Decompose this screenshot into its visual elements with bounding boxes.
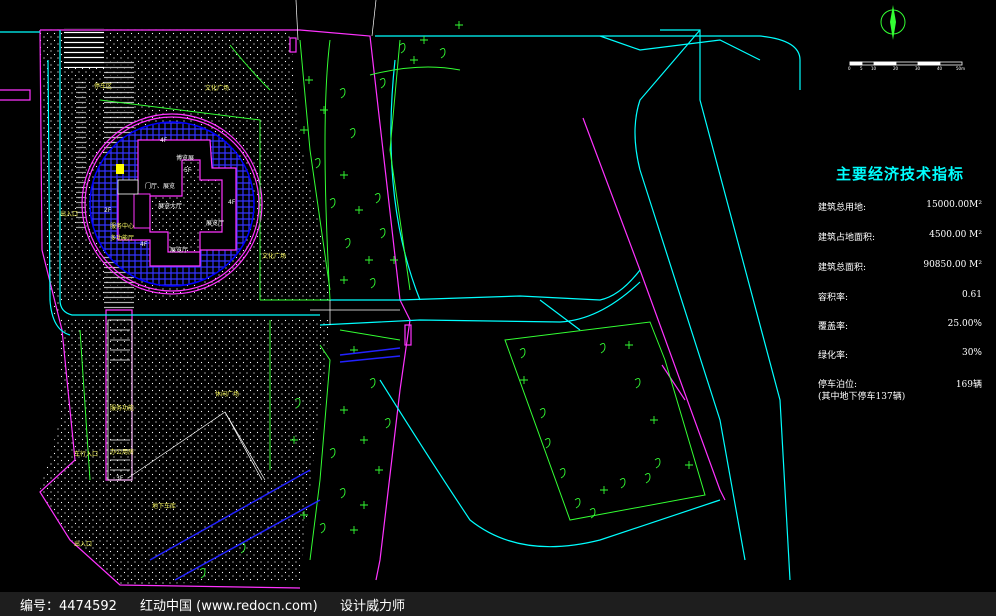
label-parking-zone: 停车区 — [94, 82, 112, 90]
label-gallery: 展览厅 — [206, 219, 224, 227]
label-floor-4f-top: 4F — [160, 137, 168, 144]
label-expo-booth: 博览展 — [176, 154, 194, 162]
indicator-note: (其中地下停车137辆) — [818, 392, 906, 402]
indicator-value: 0.61 — [961, 290, 982, 300]
scale-tick-label: 5 — [860, 66, 863, 71]
label-gallery-south: 展览厅 — [170, 246, 188, 254]
label-lobby: 门厅、展览 — [145, 182, 175, 190]
label-floor-3f: 3F — [116, 475, 124, 482]
label-service-center: 服务中心 — [110, 222, 134, 230]
footer-id: 编号：4474592 — [20, 599, 117, 614]
indicator-label: 容积率: — [818, 293, 849, 303]
label-square-north: 文化广场 — [205, 84, 229, 92]
label-floor-5f: 5F — [184, 167, 192, 174]
indicator-row: 覆盖率: 25.00% — [818, 319, 988, 333]
indicator-value: 4500.00 M² — [929, 230, 982, 240]
indicator-label: 建筑总用地: — [818, 203, 867, 213]
indicator-value: 25.00% — [947, 319, 982, 329]
label-square-mid: 文化广场 — [262, 252, 286, 260]
footer-author: 设计威力师 — [340, 599, 406, 614]
indicators-title: 主要经济技术指标 — [836, 165, 965, 183]
indicator-row: 建筑总面积: 90850.00 M² — [818, 260, 988, 274]
scale-tick-label: 0 — [848, 66, 851, 71]
indicator-label: 建筑总面积: — [818, 263, 867, 273]
indicator-label: 覆盖率: — [818, 322, 849, 332]
scale-tick-label: 30 — [915, 66, 921, 71]
scale-tick-label: 40 — [937, 66, 943, 71]
label-floor-2f: 2F — [104, 207, 112, 214]
indicator-label: 绿化率: — [818, 351, 849, 361]
label-exhibition-hall: 展览大厅 — [158, 202, 182, 210]
indicator-value: 90850.00 M² — [923, 260, 982, 270]
label-entrance-bottom: 出入口 — [74, 540, 92, 548]
label-admin-building: 服务功能 — [110, 404, 134, 412]
indicator-row: 绿化率: 30% — [818, 348, 988, 362]
label-leisure-square: 休闲广场 — [215, 390, 239, 398]
indicator-value: 169辆 — [955, 380, 982, 390]
indicator-label: 建筑占地面积: — [818, 233, 876, 243]
label-service-road: 地下车库 — [152, 502, 176, 510]
footer-site: 红动中国 (www.redocn.com) — [140, 599, 318, 614]
scale-tick-label: 10 — [871, 66, 877, 71]
scale-tick-label: 50m — [956, 66, 965, 71]
label-floor-4f-bottom: 4F — [140, 241, 148, 248]
label-multi-function: 多功能厅 — [110, 234, 134, 242]
label-office-building: 办公用房 — [110, 448, 134, 456]
watermark-footer: 编号：4474592 红动中国 (www.redocn.com) 设计威力师 — [0, 592, 996, 616]
indicator-row: 容积率: 0.61 — [818, 290, 988, 304]
label-entrance-south: 车行入口 — [74, 450, 98, 458]
label-floor-4f-right: 4F — [228, 199, 236, 206]
indicator-value: 15000.00M² — [926, 200, 982, 210]
label-entrance-left: 出入口 — [60, 210, 78, 218]
north-arrow-icon — [880, 5, 906, 40]
indicator-row: 停车泊位: 169辆 (其中地下停车137辆) — [818, 377, 988, 402]
scale-bar — [849, 61, 963, 66]
scale-tick-label: 20 — [893, 66, 899, 71]
indicator-value: 30% — [961, 348, 982, 358]
indicator-row: 建筑总用地: 15000.00M² — [818, 200, 988, 214]
indicator-row: 建筑占地面积: 4500.00 M² — [818, 230, 988, 244]
